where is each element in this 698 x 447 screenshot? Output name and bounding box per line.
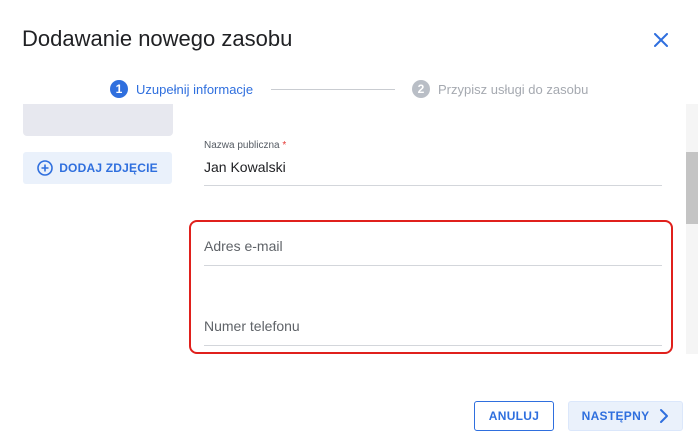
step-2-indicator: 2 [412,80,430,98]
public-name-underline [204,185,662,186]
close-icon [654,33,668,47]
step-1-indicator: 1 [110,80,128,98]
step-2-label: Przypisz usługi do zasobu [438,82,589,97]
chevron-right-icon [660,409,669,423]
next-button[interactable]: NASTĘPNY [568,401,683,431]
photo-placeholder [23,104,173,136]
stepper: 1 Uzupełnij informacje 2 Przypisz usługi… [0,78,698,100]
public-name-value[interactable]: Jan Kowalski [204,159,286,175]
scrollbar-thumb[interactable] [686,152,698,224]
public-name-label: Nazwa publiczna [204,140,280,151]
public-name-field[interactable]: Nazwa publiczna * Jan Kowalski [204,140,662,187]
add-photo-label: DODAJ ZDJĘCIE [59,161,158,175]
dialog-title: Dodawanie nowego zasobu [22,26,293,51]
cancel-button[interactable]: ANULUJ [474,401,554,431]
step-1-label: Uzupełnij informacje [136,82,254,97]
stepper-connector [271,89,395,90]
next-label: NASTĘPNY [581,409,650,423]
required-mark: * [282,140,287,151]
plus-circle-icon [37,160,53,176]
highlight-box [189,220,673,354]
cancel-label: ANULUJ [488,409,540,423]
close-button[interactable] [650,29,672,51]
scrollbar-track[interactable] [686,104,698,354]
add-photo-button[interactable]: DODAJ ZDJĘCIE [23,152,172,184]
